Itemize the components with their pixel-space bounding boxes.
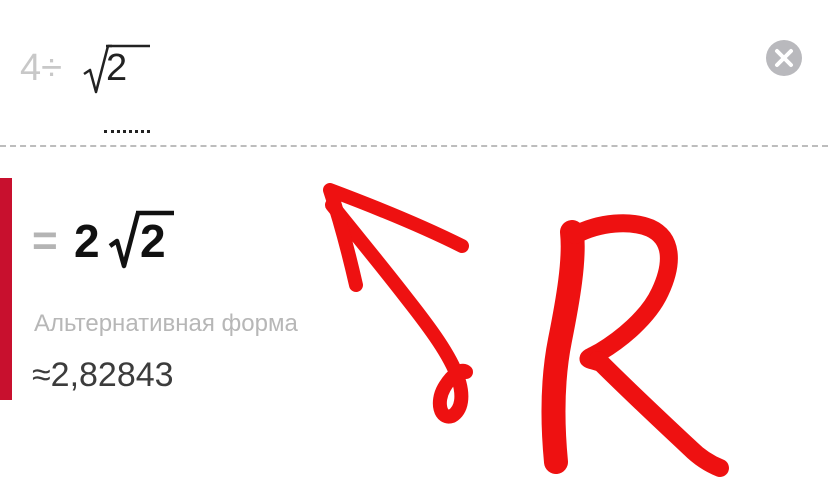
close-icon xyxy=(775,49,793,67)
equals-sign: = xyxy=(32,216,58,265)
expression-radicand[interactable]: 2 xyxy=(106,46,127,90)
input-cursor-placeholder xyxy=(104,130,150,133)
input-divider xyxy=(0,145,828,147)
clear-button[interactable] xyxy=(766,40,802,76)
result-coefficient: 2 xyxy=(74,215,100,267)
result-card: = 2 2 Альтернативная форма ≈2,82843 xyxy=(0,178,828,400)
expression-prefix: 4÷ xyxy=(20,47,62,89)
result-accent-bar xyxy=(0,178,12,400)
input-row[interactable]: 4÷ 2 xyxy=(0,0,828,145)
alternative-form-label: Альтернативная форма xyxy=(34,310,298,337)
result-radicand: 2 xyxy=(140,215,166,267)
approximate-value: ≈2,82843 xyxy=(32,356,174,394)
